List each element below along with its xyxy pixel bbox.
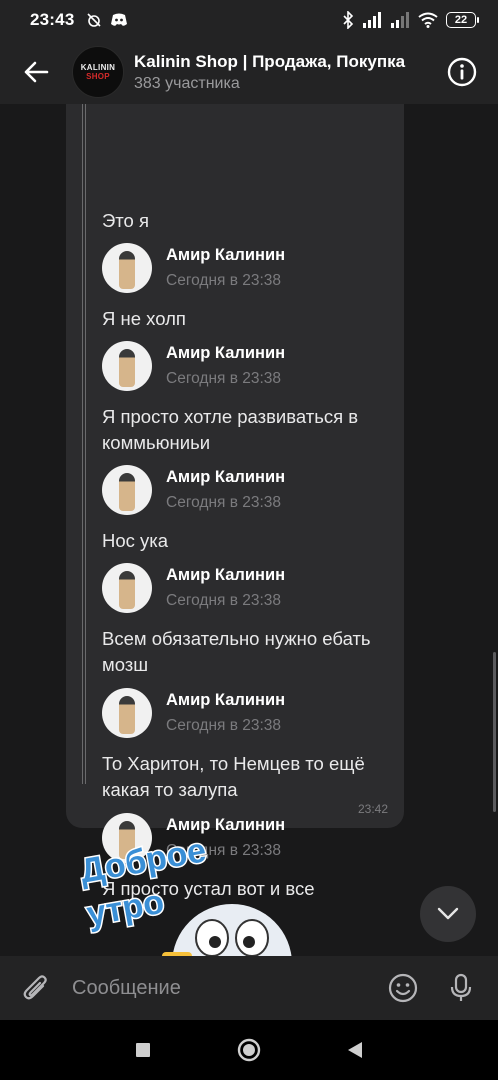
chat-header: KALININ SHOP Kalinin Shop | Продажа, Пок…: [0, 40, 498, 104]
battery-icon: 22: [446, 12, 479, 28]
recent-apps-button[interactable]: [131, 1038, 155, 1062]
chat-avatar[interactable]: KALININ SHOP: [72, 46, 124, 98]
system-navigation-bar: [0, 1020, 498, 1080]
message-text: Я просто хотле развиваться в коммьюниьи: [102, 406, 359, 453]
smile-icon: [388, 973, 418, 1003]
square-icon: [136, 1043, 150, 1057]
forwarded-author[interactable]: Амир Калинин Сегодня в 23:38: [102, 562, 285, 614]
author-time: Сегодня в 23:38: [166, 717, 282, 734]
signal-icon: [391, 12, 409, 28]
avatar-logo-bottom: SHOP: [86, 72, 110, 81]
battery-level: 22: [454, 14, 468, 26]
author-name: Амир Калинин: [166, 468, 286, 486]
message-composer: [0, 956, 498, 1020]
author-name: Амир Калинин: [166, 246, 286, 264]
discord-icon: [111, 13, 128, 26]
wifi-icon: [418, 12, 438, 28]
system-back-button[interactable]: [343, 1038, 367, 1062]
chat-title-block[interactable]: Kalinin Shop | Продажа, Покупка 383 учас…: [134, 52, 434, 93]
alarm-off-icon: [87, 13, 102, 27]
avatar: [102, 563, 152, 613]
author-name: Амир Калинин: [166, 816, 286, 834]
emoji-button[interactable]: [374, 956, 432, 1020]
attach-button[interactable]: [0, 956, 72, 1020]
message-text: То Харитон, то Немцев то ещё какая то за…: [102, 753, 365, 800]
message-text: Я не холп: [102, 308, 186, 329]
avatar: [102, 465, 152, 515]
bubble-timestamp: 23:42: [357, 802, 388, 816]
message-text: Это я: [102, 210, 150, 231]
author-name: Амир Калинин: [166, 344, 286, 362]
forwarded-message-bubble[interactable]: Это я Амир Калинин Сегодня в 23:38 Я не х…: [66, 104, 404, 899]
author-time: Сегодня в 23:38: [166, 592, 282, 609]
author-name: Амир Калинин: [166, 566, 286, 584]
good-morning-sticker[interactable]: Доброе утро: [72, 834, 302, 956]
back-button[interactable]: [0, 40, 72, 104]
author-time: Сегодня в 23:38: [166, 494, 282, 511]
voice-message-button[interactable]: [432, 956, 490, 1020]
sticker-text-line1: Доброе: [77, 834, 209, 891]
author-time: Сегодня в 23:38: [166, 272, 282, 289]
avatar-logo-top: KALININ: [80, 63, 116, 72]
avatar: [102, 341, 152, 391]
avatar: [102, 688, 152, 738]
status-bar: 23:43 22: [0, 0, 498, 40]
forwarded-author[interactable]: Амир Калинин Сегодня в 23:38: [102, 340, 285, 392]
message-text: Всем обязательно нужно ебать мозш: [102, 628, 371, 675]
avatar: [102, 243, 152, 293]
message-text: Нос ука: [102, 530, 169, 551]
chevron-down-icon: [437, 907, 459, 920]
circle-icon: [237, 1038, 261, 1062]
arrow-left-icon: [24, 61, 49, 83]
info-button[interactable]: [444, 54, 480, 90]
status-time: 23:43: [30, 10, 75, 29]
chat-member-count: 383 участника: [134, 74, 240, 92]
message-input[interactable]: [72, 956, 374, 1020]
microphone-icon: [450, 973, 472, 1001]
scrollbar[interactable]: [493, 652, 496, 812]
scroll-down-button[interactable]: [420, 886, 476, 942]
forward-indicator-line: [82, 104, 86, 784]
home-button[interactable]: [237, 1038, 261, 1062]
triangle-back-icon: [348, 1042, 362, 1058]
message-list[interactable]: Это я Амир Калинин Сегодня в 23:38 Я не х…: [0, 104, 498, 956]
author-name: Амир Калинин: [166, 691, 286, 709]
sticker-text-line2: утро: [84, 883, 167, 934]
chat-title: Kalinin Shop | Продажа, Покупка: [134, 51, 406, 71]
signal-icon: [363, 12, 381, 28]
forwarded-author[interactable]: Амир Калинин Сегодня в 23:38: [102, 242, 285, 294]
forwarded-author[interactable]: Амир Калинин Сегодня в 23:38: [102, 687, 285, 739]
paperclip-icon: [23, 975, 47, 1000]
info-icon: [447, 57, 477, 87]
bluetooth-icon: [343, 11, 354, 29]
forwarded-author[interactable]: Амир Калинин Сегодня в 23:38: [102, 464, 285, 516]
author-time: Сегодня в 23:38: [166, 370, 282, 387]
